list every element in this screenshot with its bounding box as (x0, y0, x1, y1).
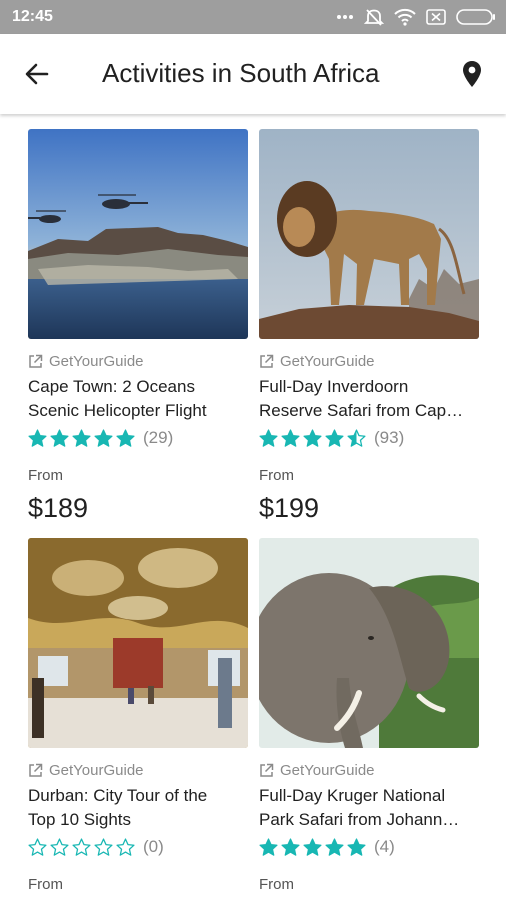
activity-image-helicopters (28, 129, 248, 339)
activity-title: Full-Day Inverdoorn Reserve Safari from … (259, 375, 481, 423)
external-link-icon (29, 763, 43, 777)
star-empty-icon (50, 838, 69, 856)
activity-card[interactable]: GetYourGuide Durban: City Tour of the To… (28, 538, 248, 900)
star-full-icon (303, 838, 322, 856)
page-title: Activities in South Africa (102, 58, 380, 88)
activity-title-line1: Full-Day Inverdoorn (259, 377, 409, 396)
star-full-icon (281, 429, 300, 447)
activity-title-line2: Scenic Helicopter Flight (28, 401, 207, 420)
provider-label: GetYourGuide (259, 762, 375, 779)
price: $189 (28, 493, 89, 523)
provider-name: GetYourGuide (49, 762, 144, 779)
activity-card[interactable]: GetYourGuide Full-Day Inverdoorn Reserve… (259, 129, 479, 529)
external-link-icon (260, 354, 274, 368)
activity-title: Durban: City Tour of the Top 10 Sights (28, 784, 250, 832)
star-full-icon (303, 429, 322, 447)
location-button[interactable] (454, 54, 490, 94)
activity-card[interactable]: GetYourGuide Cape Town: 2 Oceans Scenic … (28, 129, 248, 529)
star-full-icon (325, 429, 344, 447)
star-full-icon (94, 429, 113, 447)
price: $199 (259, 493, 320, 523)
battery-icon (456, 9, 495, 25)
provider-name: GetYourGuide (49, 353, 144, 370)
external-link-icon (29, 354, 43, 368)
star-full-icon (347, 838, 366, 856)
star-full-icon (116, 429, 135, 447)
provider-label: GetYourGuide (28, 762, 144, 779)
provider-name: GetYourGuide (280, 762, 375, 779)
rating: (93) (259, 427, 404, 449)
activity-title: Full-Day Kruger National Park Safari fro… (259, 784, 481, 832)
activity-title-line2: Park Safari from Johann… (259, 810, 460, 829)
rating-stars (259, 429, 366, 447)
star-full-icon (72, 429, 91, 447)
rating: (4) (259, 836, 395, 858)
rating-stars (28, 838, 135, 856)
star-empty-icon (28, 838, 47, 856)
star-full-icon (50, 429, 69, 447)
review-count: (0) (143, 837, 164, 856)
back-button[interactable] (16, 54, 56, 94)
provider-label: GetYourGuide (259, 353, 375, 370)
star-empty-icon (94, 838, 113, 856)
location-pin-icon (463, 61, 481, 87)
star-full-icon (28, 429, 47, 447)
from-label: From (28, 876, 63, 893)
star-full-icon (259, 429, 278, 447)
star-empty-icon (116, 838, 135, 856)
star-half-icon (347, 429, 366, 447)
status-icons (336, 6, 496, 28)
activity-card[interactable]: GetYourGuide Full-Day Kruger National Pa… (259, 538, 479, 900)
activity-image-elephant (259, 538, 479, 748)
rating-stars (259, 838, 366, 856)
star-full-icon (325, 838, 344, 856)
activity-image-temple (28, 538, 248, 748)
activity-title-line2: Reserve Safari from Cap… (259, 401, 464, 420)
activity-title-line1: Cape Town: 2 Oceans (28, 377, 195, 396)
star-full-icon (281, 838, 300, 856)
wifi-icon (394, 8, 416, 26)
rating-stars (28, 429, 135, 447)
status-time: 12:45 (12, 8, 53, 25)
activity-image-lion (259, 129, 479, 339)
rating: (0) (28, 836, 164, 858)
external-link-icon (260, 763, 274, 777)
review-count: (93) (374, 428, 405, 447)
star-full-icon (259, 838, 278, 856)
activities-grid: GetYourGuide Cape Town: 2 Oceans Scenic … (0, 114, 506, 900)
activity-title-line1: Durban: City Tour of the (28, 786, 208, 805)
star-empty-icon (72, 838, 91, 856)
app-bar: Activities in South Africa (0, 34, 506, 114)
sim-icon (426, 9, 446, 25)
activity-title-line2: Top 10 Sights (28, 810, 132, 829)
provider-label: GetYourGuide (28, 353, 144, 370)
from-label: From (259, 876, 294, 893)
from-label: From (259, 467, 294, 484)
review-count: (29) (143, 428, 174, 447)
from-label: From (28, 467, 63, 484)
activity-title: Cape Town: 2 Oceans Scenic Helicopter Fl… (28, 375, 250, 423)
review-count: (4) (374, 837, 395, 856)
notification-dots-icon (337, 15, 353, 19)
status-bar: 12:45 (0, 0, 506, 34)
arrow-back-icon (25, 63, 49, 85)
provider-name: GetYourGuide (280, 353, 375, 370)
mute-icon (364, 9, 384, 26)
activity-title-line1: Full-Day Kruger National (259, 786, 446, 805)
rating: (29) (28, 427, 173, 449)
